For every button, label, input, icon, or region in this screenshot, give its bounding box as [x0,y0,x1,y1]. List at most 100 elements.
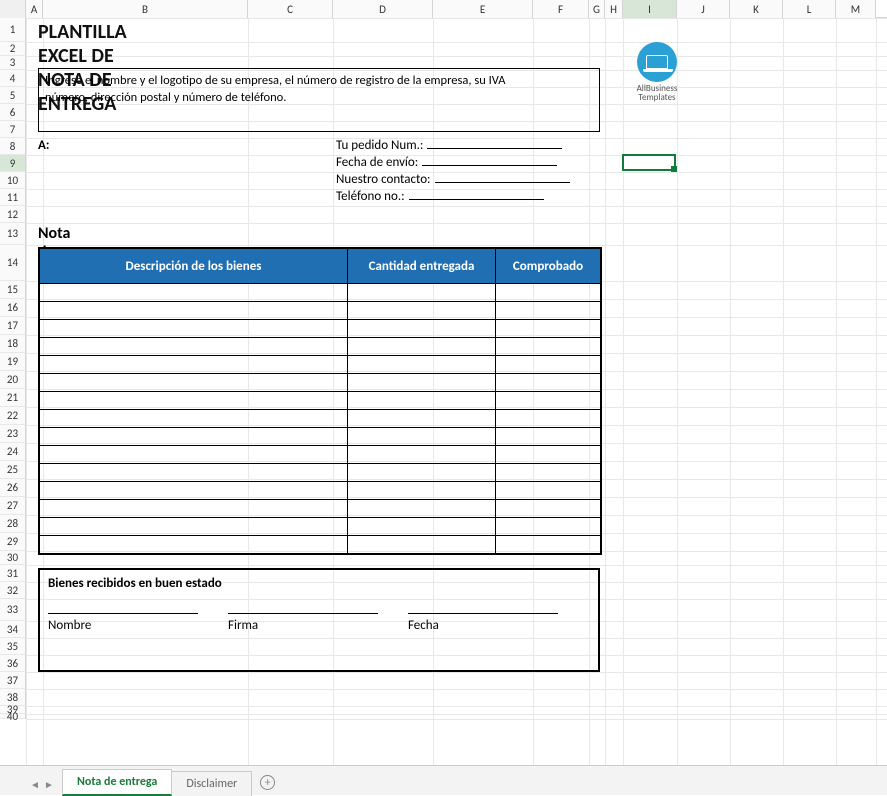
row-header-13[interactable]: 13 [0,223,26,245]
table-row[interactable] [40,391,600,409]
col-header-B[interactable]: B [43,0,248,18]
row-header-37[interactable]: 37 [0,672,26,689]
row-header-9[interactable]: 9 [0,155,26,172]
row-header-3[interactable]: 3 [0,56,26,70]
row-header-24[interactable]: 24 [0,443,26,461]
row-header-21[interactable]: 21 [0,389,26,407]
row-header-17[interactable]: 17 [0,317,26,335]
sheet-tab-bar[interactable]: ◄ ► Nota de entrega Disclaimer + [0,765,887,795]
table-row[interactable] [40,517,600,535]
col-header-A[interactable]: A [26,0,43,18]
col-header-F[interactable]: F [533,0,589,18]
table-row[interactable] [40,427,600,445]
signature-lines: Nombre Firma Fecha [48,613,590,633]
row-header-28[interactable]: 28 [0,515,26,533]
table-row[interactable] [40,337,600,355]
row-header-14[interactable]: 14 [0,245,26,281]
logo-line2: Templates [638,92,675,103]
row-header-12[interactable]: 12 [0,206,26,223]
sig-sign-line[interactable] [228,613,378,614]
col-header-G[interactable]: G [589,0,605,18]
table-row[interactable] [40,373,600,391]
add-sheet-button[interactable]: + [251,770,284,795]
selected-cell[interactable] [622,154,676,171]
sig-sign-col[interactable]: Firma [228,613,378,633]
row-header-1[interactable]: 1 [0,18,26,42]
sheet-tab-disclaimer[interactable]: Disclaimer [171,771,252,796]
row-header-8[interactable]: 8 [0,138,26,155]
row-header-20[interactable]: 20 [0,371,26,389]
plus-icon: + [260,775,275,790]
col-header-K[interactable]: K [730,0,783,18]
col-header-J[interactable]: J [677,0,730,18]
row-header-35[interactable]: 35 [0,638,26,655]
select-all-corner[interactable] [0,0,26,18]
row-header-2[interactable]: 2 [0,42,26,56]
sheet-prev-icon[interactable]: ◄ [30,779,40,789]
table-body[interactable] [40,283,600,553]
row-header-29[interactable]: 29 [0,533,26,551]
row-header-27[interactable]: 27 [0,497,26,515]
contact-field[interactable]: Nuestro contacto: [336,172,570,187]
row-header-6[interactable]: 6 [0,104,26,121]
col-header-C[interactable]: C [248,0,333,18]
delivery-note-table[interactable]: Descripción de los bienes Cantidad entre… [38,247,602,555]
col-header-M[interactable]: M [836,0,876,18]
table-row[interactable] [40,319,600,337]
sig-date-col[interactable]: Fecha [408,613,558,633]
row-header-32[interactable]: 32 [0,582,26,599]
col-header-H[interactable]: H [605,0,623,18]
col-header-E[interactable]: E [433,0,533,18]
row-header-18[interactable]: 18 [0,335,26,353]
row-header-25[interactable]: 25 [0,461,26,479]
row-header-19[interactable]: 19 [0,353,26,371]
order-num-blank[interactable] [427,148,562,149]
row-header-11[interactable]: 11 [0,189,26,206]
table-row[interactable] [40,409,600,427]
row-header-22[interactable]: 22 [0,407,26,425]
table-row[interactable] [40,301,600,319]
company-line2: número, dirección postal y número de tel… [45,90,286,105]
row-header-7[interactable]: 7 [0,121,26,138]
row-header-5[interactable]: 5 [0,87,26,104]
row-header-23[interactable]: 23 [0,425,26,443]
table-row[interactable] [40,445,600,463]
row-header-16[interactable]: 16 [0,299,26,317]
col-header-L[interactable]: L [783,0,836,18]
row-header-15[interactable]: 15 [0,281,26,299]
col-header-D[interactable]: D [333,0,433,18]
row-header-30[interactable]: 30 [0,551,26,565]
order-num-field[interactable]: Tu pedido Num.: [336,138,562,153]
row-header-36[interactable]: 36 [0,655,26,672]
cells-area[interactable]: PLANTILLA EXCEL DE NOTA DE ENTREGA Ingre… [26,18,887,765]
table-row[interactable] [40,355,600,373]
company-info-box[interactable]: Ingrese el nombre y el logotipo de su em… [38,68,600,132]
table-row[interactable] [40,535,600,553]
phone-label: Teléfono no.: [336,189,405,204]
row-header-40[interactable]: 40 [0,714,26,719]
row-header-31[interactable]: 31 [0,565,26,582]
sig-name-col[interactable]: Nombre [48,613,198,633]
row-header-26[interactable]: 26 [0,479,26,497]
ship-date-field[interactable]: Fecha de envío: [336,155,557,170]
table-row[interactable] [40,499,600,517]
row-header-4[interactable]: 4 [0,70,26,87]
signature-box[interactable]: Bienes recibidos en buen estado Nombre F… [38,568,600,672]
contact-blank[interactable] [435,182,570,183]
sheet-nav-buttons[interactable]: ◄ ► [26,775,62,795]
row-header-10[interactable]: 10 [0,172,26,189]
table-row[interactable] [40,283,600,301]
spreadsheet-grid[interactable]: ABCDEFGHIJKLM 12345678910111213141516171… [0,0,887,765]
ship-date-blank[interactable] [422,165,557,166]
sheet-tab-active[interactable]: Nota de entrega [62,769,172,796]
sheet-next-icon[interactable]: ► [44,779,54,789]
table-row[interactable] [40,463,600,481]
table-row[interactable] [40,481,600,499]
col-header-I[interactable]: I [623,0,677,18]
phone-field[interactable]: Teléfono no.: [336,189,544,204]
sig-date-line[interactable] [408,613,558,614]
row-header-34[interactable]: 34 [0,621,26,638]
row-header-33[interactable]: 33 [0,599,26,621]
phone-blank[interactable] [409,199,544,200]
sig-name-line[interactable] [48,613,198,614]
